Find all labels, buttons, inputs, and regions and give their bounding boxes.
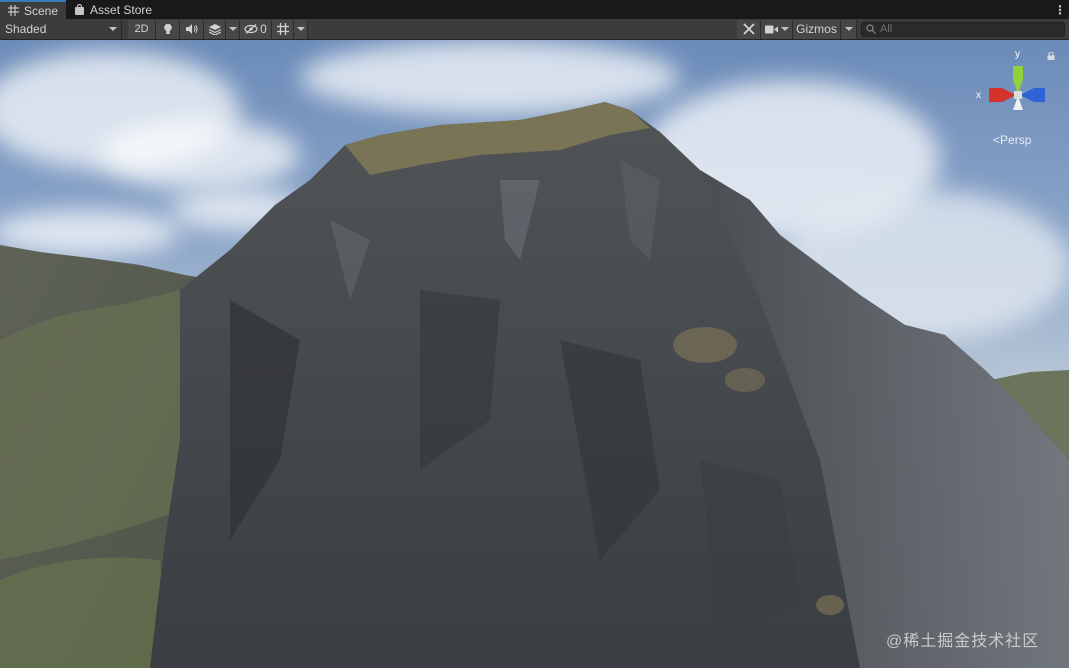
tools-icon xyxy=(742,23,755,35)
camera-settings-button[interactable] xyxy=(761,19,793,39)
gizmos-label: Gizmos xyxy=(796,22,837,36)
window-tab-bar: Scene Asset Store ⋮ xyxy=(0,0,1069,19)
tab-scene[interactable]: Scene xyxy=(0,0,67,19)
lightbulb-icon xyxy=(163,23,172,34)
scene-viewport[interactable]: y x <Persp @稀土掘金技术社区 xyxy=(0,40,1069,668)
camera-icon xyxy=(764,25,778,33)
shopping-bag-icon xyxy=(75,4,85,15)
gizmos-dropdown[interactable] xyxy=(841,19,857,39)
x-axis-label: x xyxy=(976,90,981,101)
x-axis-cone[interactable] xyxy=(1002,88,1016,102)
hidden-eye-icon xyxy=(244,24,258,34)
scene-toolbar: Shaded 2D 0 Gizmos All xyxy=(0,19,1069,40)
chevron-down-icon xyxy=(844,27,853,31)
lighting-toggle-button[interactable] xyxy=(156,19,180,39)
chevron-down-icon xyxy=(228,27,237,31)
tab-asset-store[interactable]: Asset Store xyxy=(66,0,160,19)
z-axis-cone[interactable] xyxy=(1020,88,1034,102)
speaker-icon xyxy=(185,24,197,34)
gizmos-button[interactable]: Gizmos xyxy=(793,19,841,39)
terrain-mountain xyxy=(0,102,1069,668)
chevron-down-icon xyxy=(780,27,789,31)
toggle-2d-button[interactable]: 2D xyxy=(128,19,156,39)
grid-toggle-button[interactable] xyxy=(272,19,294,39)
watermark: @稀土掘金技术社区 xyxy=(886,633,1040,650)
grid-icon xyxy=(276,23,289,35)
y-axis-label: y xyxy=(1015,49,1020,60)
projection-label: Persp xyxy=(1000,133,1032,147)
grid-dropdown[interactable] xyxy=(294,19,308,39)
hidden-count: 0 xyxy=(260,22,267,36)
scene-visibility-toggle[interactable]: 0 xyxy=(240,19,272,39)
search-placeholder: All xyxy=(880,23,893,35)
grid-icon xyxy=(8,5,19,16)
tab-scene-label: Scene xyxy=(24,3,59,18)
scene-search-input[interactable]: All xyxy=(861,21,1065,37)
chevron-down-icon xyxy=(296,27,305,31)
chevron-down-icon xyxy=(109,27,117,31)
effects-button[interactable] xyxy=(204,19,226,39)
persp-chevron-icon: < xyxy=(993,133,1001,147)
toggle-2d-label: 2D xyxy=(134,23,149,35)
effects-dropdown[interactable] xyxy=(226,19,240,39)
lock-icon[interactable] xyxy=(1047,52,1055,60)
draw-mode-label: Shaded xyxy=(5,22,47,36)
audio-toggle-button[interactable] xyxy=(180,19,204,39)
tab-asset-store-label: Asset Store xyxy=(90,2,153,17)
layers-icon xyxy=(208,23,221,35)
search-icon xyxy=(866,24,876,34)
tools-button[interactable] xyxy=(737,19,761,39)
projection-toggle[interactable]: <Persp xyxy=(993,133,1031,147)
draw-mode-dropdown[interactable]: Shaded xyxy=(0,19,122,39)
more-options-icon[interactable]: ⋮ xyxy=(1051,0,1069,19)
